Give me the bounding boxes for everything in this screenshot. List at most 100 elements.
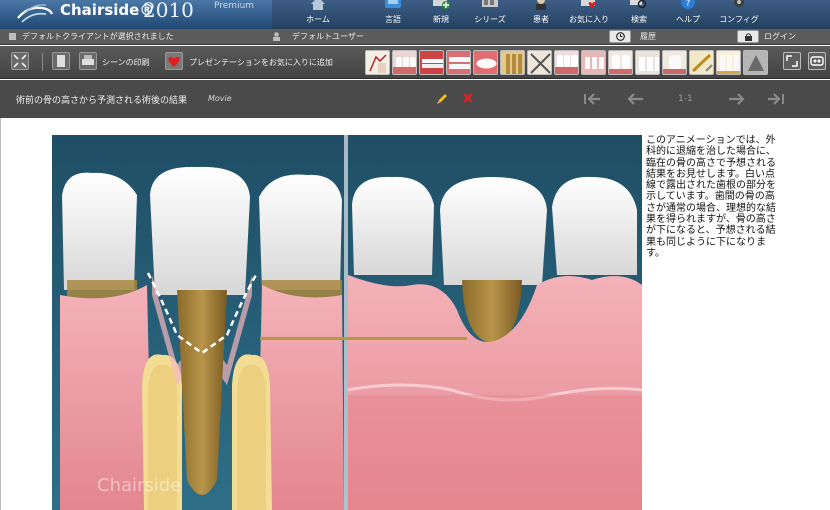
nav-help-button[interactable]: ? ヘルプ <box>665 0 711 29</box>
status-client-text: デフォルトクライアントが選択されました <box>22 32 174 41</box>
scene-thumbnail[interactable] <box>446 50 471 75</box>
lock-icon <box>745 33 752 41</box>
scene-thumbnail[interactable] <box>473 50 498 75</box>
search-icon <box>630 0 647 9</box>
projector-icon <box>810 56 824 66</box>
dental-thumbnail-icon <box>420 51 443 74</box>
dental-thumbnail-icon <box>609 51 632 74</box>
dental-thumbnail-icon <box>555 51 578 74</box>
add-favorite-button[interactable] <box>165 52 183 70</box>
brand-year: 2010 <box>143 0 194 22</box>
status-bar: デフォルトクライアントが選択されました デフォルトユーザー 履歴 ログイン <box>0 29 830 45</box>
help-icon: ? <box>681 0 695 9</box>
dental-thumbnail-icon <box>528 51 551 74</box>
scene-thumbnail[interactable] <box>608 50 633 75</box>
scene-thumbnail[interactable] <box>392 50 417 75</box>
new-icon <box>433 0 450 9</box>
print-preview-button[interactable] <box>52 52 70 70</box>
dental-thumbnail-icon <box>393 51 416 74</box>
fit-screen-icon <box>13 54 27 68</box>
nav-search-button[interactable]: 検索 <box>616 0 662 29</box>
movie-watermark: Chairside <box>97 475 181 496</box>
bone-level-line <box>260 337 467 340</box>
nav-config-button[interactable]: コンフィグ <box>716 0 762 29</box>
dental-thumbnail-icon <box>717 51 740 74</box>
nav-patient-button[interactable]: 患者 <box>518 0 564 29</box>
dental-thumbnail-icon <box>501 51 524 74</box>
scene-thumbnail[interactable] <box>743 50 768 75</box>
dental-thumbnail-icon <box>447 51 470 74</box>
patient-icon <box>536 0 546 10</box>
nav-home-button[interactable]: ホーム <box>295 0 341 29</box>
nav-search-label: 検索 <box>631 15 647 24</box>
nav-new-button[interactable]: 新規 <box>418 0 464 29</box>
previous-page-icon[interactable] <box>625 92 645 106</box>
scene-thumbnail[interactable] <box>635 50 660 75</box>
first-page-icon[interactable] <box>582 92 602 106</box>
dental-thumbnail-icon <box>663 51 686 74</box>
login-button[interactable] <box>737 30 759 43</box>
language-icon <box>385 0 401 8</box>
dental-thumbnail-icon <box>366 51 389 74</box>
status-history-text[interactable]: 履歴 <box>640 31 656 42</box>
last-page-icon[interactable] <box>766 92 786 106</box>
pencil-icon[interactable] <box>435 92 449 106</box>
scene-thumbnail[interactable] <box>527 50 552 75</box>
dental-thumbnail-icon <box>474 51 497 74</box>
heart-icon <box>168 56 180 67</box>
series-icon <box>482 0 498 7</box>
dental-thumbnail-icon <box>636 51 659 74</box>
add-favorite-label[interactable]: プレゼンテーションをお気に入りに追加 <box>189 57 333 68</box>
scene-thumbnail[interactable] <box>716 50 741 75</box>
dental-thumbnail-icon <box>582 51 605 74</box>
scene-thumbnail[interactable] <box>419 50 444 75</box>
scene-title-bar: 術前の骨の高さから予測される術後の結果 Movie 1-1 <box>0 80 830 118</box>
expand-icon <box>786 55 798 67</box>
nav-config-label: コンフィグ <box>719 15 759 24</box>
dental-thumbnail-icon <box>744 51 767 74</box>
print-scene-button[interactable] <box>79 52 97 70</box>
config-icon <box>734 0 744 7</box>
nav-new-label: 新規 <box>433 15 449 24</box>
app-window: Chairside® 2010 Premium ホーム 言語 新規 シリーズ 患… <box>0 0 830 510</box>
clock-icon <box>616 32 625 41</box>
document-icon <box>57 55 65 67</box>
nav-favorites-button[interactable]: お気に入り <box>566 0 612 29</box>
nav-help-label: ヘルプ <box>676 15 700 24</box>
printer-icon <box>82 55 94 65</box>
scene-thumbnail[interactable] <box>500 50 525 75</box>
page-indicator: 1-1 <box>678 94 693 104</box>
scene-thumbnail[interactable] <box>662 50 687 75</box>
fit-screen-button[interactable] <box>11 52 29 70</box>
scene-type: Movie <box>208 94 232 103</box>
nav-series-label: シリーズ <box>474 15 506 24</box>
print-scene-label[interactable]: シーンの印刷 <box>102 57 150 68</box>
brand-area: Chairside® 2010 Premium <box>0 0 272 29</box>
delete-x-icon[interactable] <box>462 92 474 104</box>
nav-language-label: 言語 <box>385 15 401 24</box>
user-icon <box>273 32 280 41</box>
top-nav-bar: Chairside® 2010 Premium ホーム 言語 新規 シリーズ 患… <box>0 0 830 29</box>
scene-content: Chairside このアニメーションでは、外科的に退縮を治した場合に、臨在の骨… <box>0 118 830 510</box>
scene-description: このアニメーションでは、外科的に退縮を治した場合に、臨在の骨の高さで予想される結… <box>646 135 776 259</box>
client-icon <box>9 33 16 40</box>
status-user-text[interactable]: デフォルトユーザー <box>292 31 364 42</box>
scene-thumbnail[interactable] <box>365 50 390 75</box>
fullscreen-button[interactable] <box>783 52 801 70</box>
slideshow-button[interactable] <box>808 52 826 70</box>
nav-series-button[interactable]: シリーズ <box>467 0 513 29</box>
scene-thumbnail[interactable] <box>581 50 606 75</box>
favorites-icon <box>581 0 596 8</box>
history-button[interactable] <box>609 30 631 43</box>
status-login-text[interactable]: ログイン <box>764 31 796 42</box>
nav-language-button[interactable]: 言語 <box>370 0 416 29</box>
scene-toolbar: シーンの印刷 プレゼンテーションをお気に入りに追加 <box>0 46 830 79</box>
nav-favorites-label: お気に入り <box>569 15 609 24</box>
next-page-icon[interactable] <box>727 92 747 106</box>
scene-title: 術前の骨の高さから予測される術後の結果 <box>16 96 188 106</box>
nav-home-label: ホーム <box>306 15 330 24</box>
scene-thumbnail[interactable] <box>554 50 579 75</box>
dental-animation-movie[interactable]: Chairside <box>52 135 642 510</box>
chairside-logo-icon <box>17 4 54 23</box>
scene-thumbnail[interactable] <box>689 50 714 75</box>
